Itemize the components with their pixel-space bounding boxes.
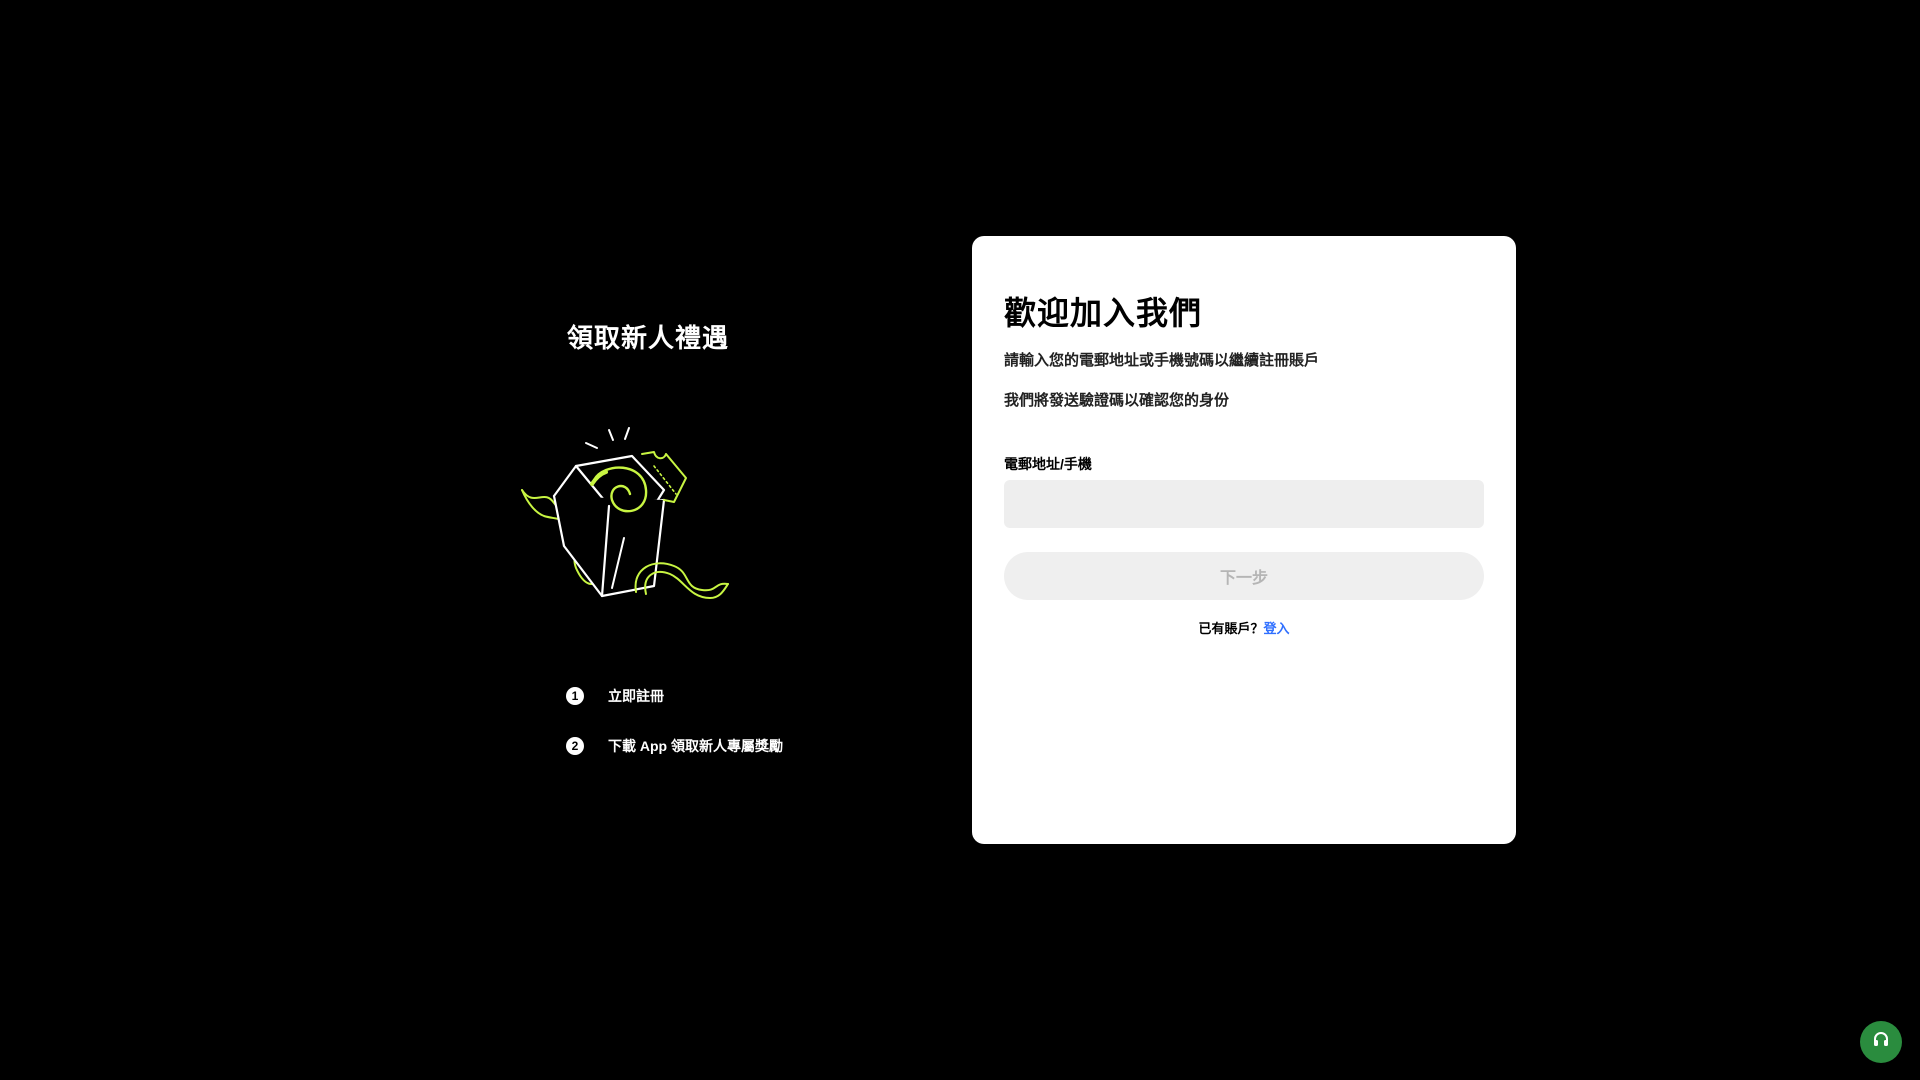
login-row: 已有賬戶？登入	[1004, 618, 1484, 637]
step-number: 1	[566, 687, 584, 705]
card-description-secondary: 我們將發送驗證碼以確認您的身份	[1004, 392, 1230, 409]
headset-icon	[1871, 1030, 1891, 1055]
email-phone-input[interactable]	[1004, 480, 1484, 528]
steps-list: 1 立即註冊 2 下載 App 領取新人專屬獎勵	[566, 684, 926, 784]
step-text: 下載 App 領取新人專屬獎勵	[608, 738, 783, 754]
card-description: 請輸入您的電郵地址或手機號碼以繼續註冊賬戶	[1004, 352, 1320, 369]
promo-panel: 領取新人禮遇 1 立即註冊 2 下載 App 領取新人專屬獎勵	[520, 300, 940, 780]
step-text: 立即註冊	[608, 688, 664, 704]
promo-title: 領取新人禮遇	[566, 323, 729, 353]
login-prompt: 已有賬戶？	[1198, 621, 1264, 636]
next-button[interactable]: 下一步	[1004, 552, 1484, 600]
login-link[interactable]: 登入	[1264, 621, 1290, 636]
step-number: 2	[566, 737, 584, 755]
page-root: 領取新人禮遇 1 立即註冊 2 下載 App 領取新人專屬獎勵 歡迎加入我們 請…	[0, 0, 1920, 1080]
email-phone-label: 電郵地址/手機	[1004, 456, 1092, 472]
step-item: 2 下載 App 領取新人專屬獎勵	[566, 734, 926, 758]
card-title: 歡迎加入我們	[1004, 295, 1203, 331]
gift-box-illustration	[514, 418, 764, 618]
step-item: 1 立即註冊	[566, 684, 926, 708]
signup-card: 歡迎加入我們 請輸入您的電郵地址或手機號碼以繼續註冊賬戶 我們將發送驗證碼以確認…	[972, 236, 1516, 844]
support-button[interactable]	[1860, 1021, 1902, 1063]
